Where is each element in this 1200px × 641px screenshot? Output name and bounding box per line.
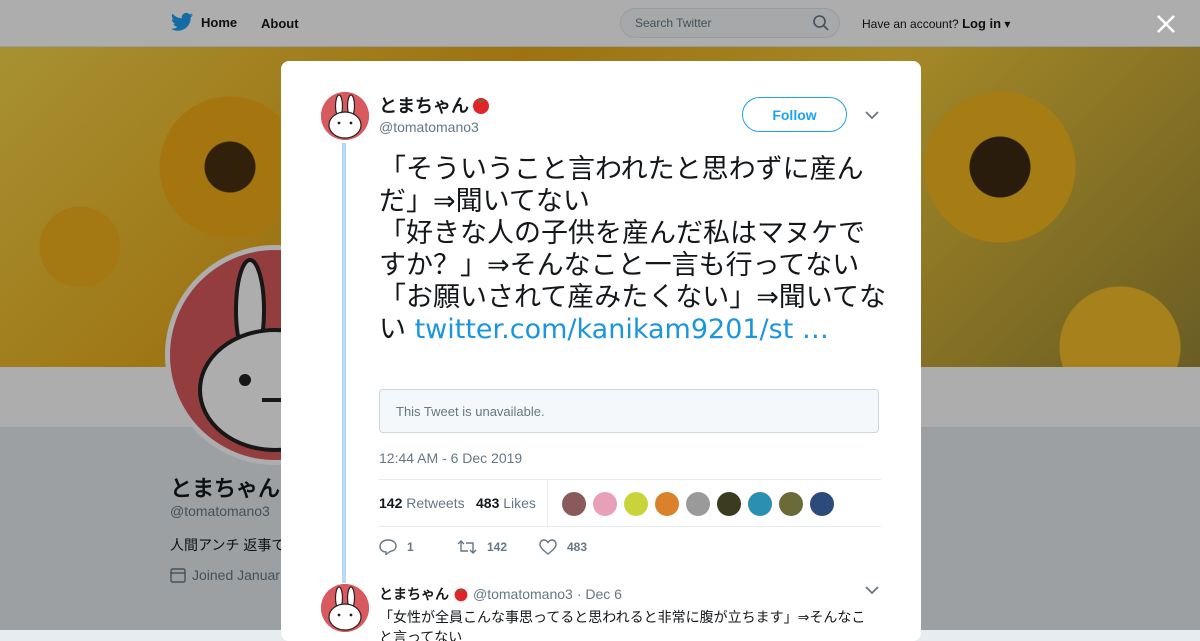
- reply-tweet-text: 「女性が全員こんな事思ってると思われると非常に腹が立ちます」⇒そんなこと言ってな…: [379, 610, 866, 641]
- like-action-count: 483: [567, 540, 588, 554]
- liker-avatar[interactable]: [685, 491, 711, 517]
- retweet-icon: [457, 540, 477, 554]
- liker-avatar[interactable]: [623, 491, 649, 517]
- reply-count: 1: [407, 540, 414, 554]
- liker-avatar[interactable]: [747, 491, 773, 517]
- close-icon[interactable]: [1154, 12, 1178, 36]
- likes-stat[interactable]: 483 Likes: [476, 495, 536, 511]
- follow-button[interactable]: Follow: [742, 97, 847, 132]
- retweets-stat[interactable]: 142 Retweets: [379, 495, 465, 511]
- liker-avatar[interactable]: [716, 491, 742, 517]
- tomato-icon: [473, 98, 489, 114]
- reply-author-handle[interactable]: @tomatomano3: [473, 586, 573, 602]
- chevron-down-icon[interactable]: [865, 585, 879, 595]
- likers-avatars: [561, 491, 835, 517]
- author-name-text: とまちゃん: [379, 96, 469, 116]
- liker-avatar[interactable]: [778, 491, 804, 517]
- rabbit-avatar-icon: [321, 584, 369, 632]
- author-handle[interactable]: @tomatomano3: [379, 119, 479, 135]
- tweet-text: 「そういうこと言われたと思わずに産んだ」⇒聞いてない 「好きな人の子供を産んだ私…: [379, 154, 889, 346]
- thread-line: [342, 143, 346, 583]
- heart-icon: [539, 539, 557, 555]
- reply-author-name[interactable]: とまちゃん: [379, 584, 449, 604]
- reply-date[interactable]: · Dec 6: [577, 586, 622, 602]
- likes-count: 483: [476, 495, 500, 511]
- tweet-modal: とまちゃん @tomatomano3 Follow 「そういうこと言われたと思わ…: [281, 61, 921, 641]
- tweet-stats: 142 Retweets 483 Likes: [379, 479, 881, 527]
- liker-avatar[interactable]: [592, 491, 618, 517]
- rabbit-avatar-icon: [321, 92, 369, 140]
- author-avatar[interactable]: [321, 92, 369, 140]
- tweet-actions: 1 142 483: [379, 539, 587, 555]
- retweet-action[interactable]: 142: [457, 539, 539, 555]
- tweet-link[interactable]: twitter.com/kanikam9201/st …: [415, 314, 829, 345]
- liker-avatar[interactable]: [809, 491, 835, 517]
- reply-action[interactable]: 1: [379, 539, 457, 555]
- reply-tweet[interactable]: とまちゃん @tomatomano3 · Dec 6 「女性が全員こんな事思って…: [379, 584, 879, 641]
- retweets-label: Retweets: [406, 495, 465, 511]
- like-action[interactable]: 483: [539, 539, 587, 555]
- liker-avatar[interactable]: [654, 491, 680, 517]
- retweet-action-count: 142: [487, 540, 508, 554]
- stats-divider: [547, 480, 548, 526]
- liker-avatar[interactable]: [561, 491, 587, 517]
- reply-tweet-header: とまちゃん @tomatomano3 · Dec 6: [379, 584, 879, 604]
- quote-tweet-unavailable[interactable]: This Tweet is unavailable.: [379, 389, 879, 433]
- tweet-timestamp[interactable]: 12:44 AM - 6 Dec 2019: [379, 450, 522, 466]
- reply-author-avatar[interactable]: [321, 584, 369, 632]
- chevron-down-icon[interactable]: [865, 110, 879, 120]
- likes-label: Likes: [503, 495, 536, 511]
- reply-icon: [379, 539, 397, 555]
- tomato-icon: [454, 588, 468, 602]
- author-name[interactable]: とまちゃん: [379, 92, 491, 118]
- retweets-count: 142: [379, 495, 403, 511]
